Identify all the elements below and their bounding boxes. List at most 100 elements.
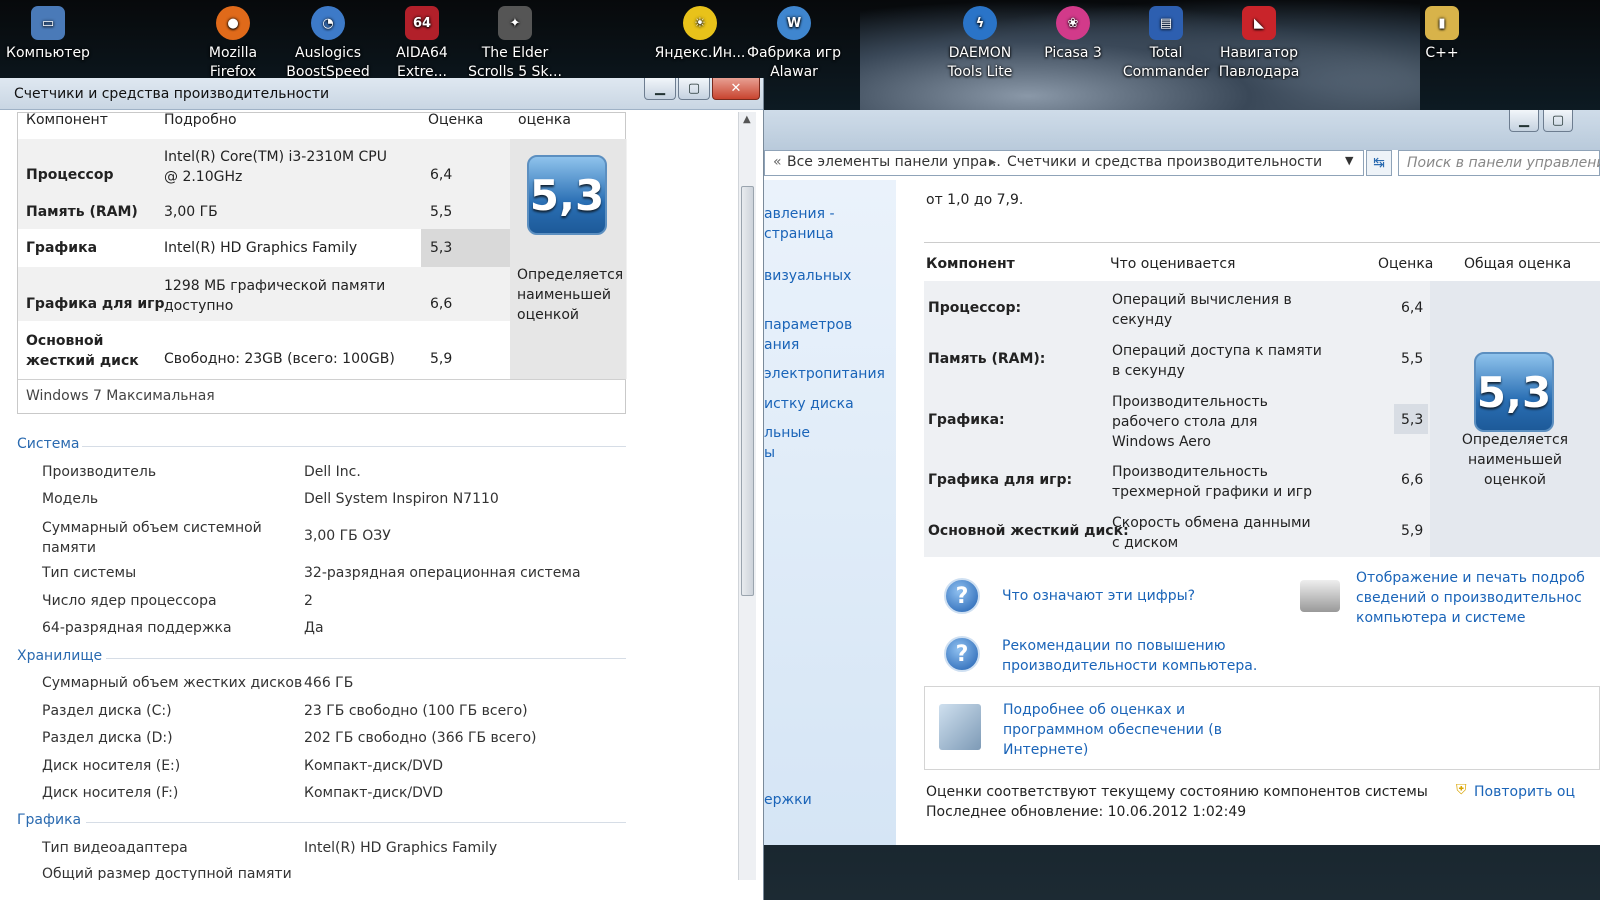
- desktop-icon-aida64[interactable]: 64 AIDA64 Extre...: [374, 0, 470, 80]
- desktop-icon-yandex[interactable]: ☀ Яндекс.Ин...: [652, 0, 748, 80]
- sidebar-link-advanced[interactable]: льные: [764, 425, 810, 441]
- info-key: Раздел диска (D:): [42, 730, 173, 746]
- folder-icon: ▮: [1425, 6, 1459, 40]
- window-frame-top: [764, 110, 1600, 150]
- desktop-icon-skyrim[interactable]: ✦ The Elder Scrolls 5 Sk...: [467, 0, 563, 80]
- info-key: Тип системы: [42, 565, 137, 581]
- auslogics-icon: ◔: [311, 6, 345, 40]
- info-key: Суммарный объем жестких дисков: [42, 675, 303, 691]
- maximize-icon: ▢: [687, 81, 701, 96]
- desktop-icon-cpp[interactable]: ▮ C++: [1394, 0, 1490, 80]
- desktop-icon-daemon[interactable]: ϟ DAEMON Tools Lite: [932, 0, 1028, 80]
- scroll-thumb[interactable]: [741, 186, 754, 596]
- alawar-icon: W: [777, 6, 811, 40]
- row-score-value: 6,4: [1401, 300, 1424, 316]
- row-details-value: 3,00 ГБ: [164, 204, 218, 220]
- desktop-icon-navigator[interactable]: ◣ Навигатор Павлодара: [1211, 0, 1307, 80]
- os-divider: [18, 379, 626, 380]
- row-score-value: 6,4: [430, 167, 453, 183]
- desktop-icon-label: Picasa 3: [1044, 45, 1102, 61]
- minimize-button[interactable]: ▁: [1509, 110, 1539, 132]
- desktop-icon-label: Auslogics BoostSpeed: [286, 45, 370, 80]
- sidebar-link-power[interactable]: электропитания: [764, 366, 885, 382]
- sidebar-link-advanced-2[interactable]: ы: [764, 445, 775, 461]
- link-more-info[interactable]: Подробнее об оценках и программном обесп…: [1003, 700, 1243, 760]
- shield-icon: ⛨: [1456, 782, 1467, 798]
- info-value: 3,00 ГБ ОЗУ: [304, 528, 391, 544]
- breadcrumb-item-current[interactable]: Счетчики и средства производительности: [1007, 154, 1322, 170]
- base-score-note: Определяется наименьшей оценкой: [1461, 432, 1569, 488]
- sidebar-link-index[interactable]: параметров: [764, 317, 852, 333]
- sidebar-link-visual[interactable]: визуальных: [764, 268, 851, 284]
- printer-icon: [1300, 580, 1340, 612]
- column-header-overall: Общая оценка: [1464, 256, 1572, 272]
- address-dropdown-icon[interactable]: ▼: [1345, 154, 1353, 167]
- row-details-value: Intel(R) Core(TM) i3-2310M CPU @ 2.10GHz: [164, 149, 387, 185]
- info-value: 466 ГБ: [304, 675, 354, 691]
- section-divider: [82, 446, 626, 447]
- desktop-icon-firefox[interactable]: ● Mozilla Firefox: [185, 0, 281, 80]
- navigator-icon: ◣: [1242, 6, 1276, 40]
- maximize-button[interactable]: ▢: [1543, 110, 1573, 132]
- sidebar: авления - страница визуальных параметров…: [764, 180, 896, 845]
- computer-icon: ▭: [31, 6, 65, 40]
- link-recommendations[interactable]: Рекомендации по повышению производительн…: [1002, 636, 1282, 676]
- link-print-details[interactable]: Отображение и печать подроб сведений о п…: [1356, 568, 1600, 628]
- minimize-icon: ▁: [655, 81, 665, 96]
- link-what-numbers[interactable]: Что означают эти цифры?: [1002, 588, 1195, 604]
- info-key: Раздел диска (C:): [42, 703, 172, 719]
- performance-control-panel-window: ▁ ▢ « Все элементы панели упра... ▸ Счет…: [764, 110, 1600, 845]
- search-input[interactable]: Поиск в панели управления: [1398, 150, 1600, 176]
- base-score-value: 5,3: [529, 170, 605, 220]
- sidebar-link-disk-cleanup[interactable]: истку диска: [764, 396, 854, 412]
- refresh-icon: ↹: [1373, 155, 1385, 171]
- minimize-button[interactable]: ▁: [644, 78, 676, 100]
- info-key: Производитель: [42, 464, 157, 480]
- vertical-scrollbar[interactable]: ▲: [738, 112, 756, 880]
- section-heading-graphics: Графика: [17, 812, 82, 828]
- desktop-icon-auslogics[interactable]: ◔ Auslogics BoostSpeed: [280, 0, 376, 80]
- base-score-note: Определяется наименьшей оценкой: [517, 267, 624, 323]
- info-value: Dell Inc.: [304, 464, 361, 480]
- column-header-details: Подробно: [164, 112, 237, 128]
- sidebar-link-support[interactable]: ержки: [764, 792, 812, 808]
- row-score-value: 5,9: [1401, 523, 1424, 539]
- row-component-label: Основной жесткий диск: [26, 333, 139, 369]
- desktop-icon-picasa[interactable]: ❀ Picasa 3: [1025, 0, 1121, 80]
- score-table-header: Компонент Подробно Оценка оценка: [18, 112, 625, 139]
- desktop-icon-label: C++: [1425, 45, 1459, 61]
- last-updated-text: Последнее обновление: 10.06.2012 1:02:49: [926, 804, 1247, 820]
- link-repeat-assessment[interactable]: Повторить оц: [1474, 784, 1575, 800]
- row-score-value-lowest: 5,3: [430, 240, 453, 256]
- desktop-icon-computer[interactable]: ▭ Компьютер: [0, 0, 96, 80]
- row-component-label: Графика:: [928, 412, 1005, 428]
- help-question-icon: ?: [944, 578, 980, 614]
- row-score-value-lowest: 5,3: [1394, 404, 1428, 434]
- desktop-icon-total-commander[interactable]: ▤ Total Commander: [1118, 0, 1214, 80]
- firefox-icon: ●: [216, 6, 250, 40]
- scroll-up-icon[interactable]: ▲: [743, 114, 751, 125]
- window-title: Счетчики и средства производительности: [14, 86, 330, 102]
- search-placeholder: Поиск в панели управления: [1407, 155, 1600, 171]
- refresh-button[interactable]: ↹: [1366, 150, 1392, 176]
- breadcrumb-item-all-panel[interactable]: Все элементы панели упра...: [787, 154, 1001, 170]
- sidebar-link-home[interactable]: авления -: [764, 206, 835, 222]
- address-bar[interactable]: « Все элементы панели упра... ▸ Счетчики…: [764, 150, 1364, 176]
- row-score-value: 5,9: [430, 351, 453, 367]
- maximize-button[interactable]: ▢: [678, 78, 710, 100]
- row-component-label: Основной жесткий диск:: [928, 523, 1129, 539]
- help-question-icon: ?: [944, 636, 980, 672]
- close-button[interactable]: ✕: [712, 78, 760, 100]
- info-value: Да: [304, 620, 324, 636]
- info-key: Суммарный объем системной памяти: [42, 520, 262, 556]
- sidebar-link-index-2[interactable]: ания: [764, 337, 799, 353]
- sidebar-link-home-2[interactable]: страница: [764, 226, 834, 242]
- column-header-score: Оценка: [1378, 256, 1434, 272]
- row-component-label: Графика: [26, 240, 98, 256]
- score-table: Компонент Подробно Оценка оценка Процесс…: [17, 112, 627, 414]
- info-value: 23 ГБ свободно (100 ГБ всего): [304, 703, 528, 719]
- row-component-label: Процессор: [26, 167, 114, 183]
- desktop-icon-alawar[interactable]: W Фабрика игр Alawar: [746, 0, 842, 80]
- section-heading-storage: Хранилище: [17, 648, 103, 664]
- info-key: Число ядер процессора: [42, 593, 217, 609]
